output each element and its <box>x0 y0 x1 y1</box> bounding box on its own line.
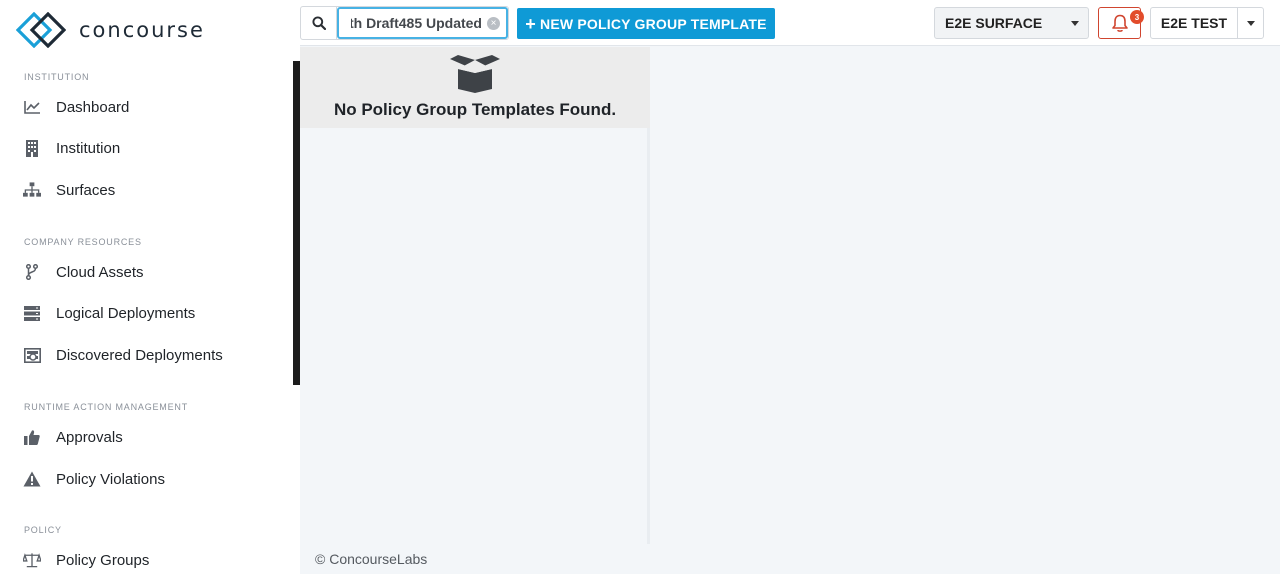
search-field-wrapper: × <box>337 7 508 39</box>
top-bar: × + NEW POLICY GROUP TEMPLATE E2E SURFAC… <box>300 0 1280 46</box>
new-button-label: NEW POLICY GROUP TEMPLATE <box>540 15 767 32</box>
user-dropdown-toggle[interactable] <box>1238 8 1263 38</box>
sidebar-item-logical-deployments[interactable]: Logical Deployments <box>0 295 292 331</box>
sidebar-item-dashboard[interactable]: Dashboard <box>0 89 292 125</box>
sidebar-item-label: Policy Groups <box>56 551 150 569</box>
sidebar-item-surfaces[interactable]: Surfaces <box>0 172 292 208</box>
discovery-icon <box>23 346 41 364</box>
concourse-logo-icon <box>16 12 66 48</box>
sidebar-scrollbar[interactable] <box>293 61 300 385</box>
section-label-institution: INSTITUTION <box>24 72 90 82</box>
template-list-panel: No Policy Group Templates Found. <box>300 47 650 544</box>
search-box: × <box>300 6 509 40</box>
empty-state: No Policy Group Templates Found. <box>300 47 650 128</box>
section-label-policy: POLICY <box>24 525 62 535</box>
bell-icon <box>1111 14 1128 32</box>
search-input[interactable] <box>339 9 506 37</box>
surface-select-value: E2E SURFACE <box>945 15 1043 31</box>
balance-scale-icon <box>23 551 41 569</box>
thumbs-up-icon <box>23 428 41 446</box>
brand-logo[interactable]: concourse <box>16 12 205 48</box>
brand-name: concourse <box>79 18 205 42</box>
user-name-button[interactable]: E2E TEST <box>1151 8 1238 38</box>
user-menu: E2E TEST <box>1150 7 1264 39</box>
sidebar-item-label: Approvals <box>56 428 123 446</box>
sidebar-item-institution[interactable]: Institution <box>0 130 292 166</box>
sitemap-icon <box>23 181 41 199</box>
surface-select[interactable]: E2E SURFACE <box>934 7 1089 39</box>
branch-icon <box>23 263 41 281</box>
empty-state-message: No Policy Group Templates Found. <box>333 100 617 119</box>
search-button[interactable] <box>301 7 337 39</box>
notifications-button[interactable]: 3 <box>1098 7 1144 39</box>
sidebar-item-label: Dashboard <box>56 98 130 116</box>
sidebar-item-approvals[interactable]: Approvals <box>0 419 292 455</box>
chevron-down-icon <box>1071 21 1079 26</box>
sidebar-item-label: Cloud Assets <box>56 263 144 281</box>
building-icon <box>23 139 41 157</box>
section-label-company-resources: COMPANY RESOURCES <box>24 237 142 247</box>
sidebar-item-cloud-assets[interactable]: Cloud Assets <box>0 254 292 290</box>
notification-count-badge: 3 <box>1130 10 1144 24</box>
sidebar-item-policy-violations[interactable]: Policy Violations <box>0 461 292 497</box>
server-icon <box>23 304 41 322</box>
sidebar-item-label: Surfaces <box>56 181 116 199</box>
sidebar-item-label: Logical Deployments <box>56 304 196 322</box>
sidebar-item-policy-groups[interactable]: Policy Groups <box>0 542 292 574</box>
open-box-icon <box>450 55 500 93</box>
sidebar-item-label: Institution <box>56 139 121 157</box>
sidebar-item-label: Discovered Deployments <box>56 346 223 364</box>
plus-icon: + <box>525 13 537 34</box>
chart-line-icon <box>23 98 41 116</box>
sidebar-item-label: Policy Violations <box>56 470 165 488</box>
warning-icon <box>23 470 41 488</box>
sidebar: concourse INSTITUTION Dashboard Institut… <box>0 0 300 574</box>
footer-copyright: © ConcourseLabs <box>315 551 428 567</box>
clear-search-icon[interactable]: × <box>487 17 500 30</box>
section-label-runtime-action-management: RUNTIME ACTION MANAGEMENT <box>24 402 189 412</box>
search-icon <box>311 16 326 30</box>
new-policy-group-template-button[interactable]: + NEW POLICY GROUP TEMPLATE <box>517 8 775 39</box>
sidebar-item-discovered-deployments[interactable]: Discovered Deployments <box>0 337 292 373</box>
chevron-down-icon <box>1246 20 1255 26</box>
